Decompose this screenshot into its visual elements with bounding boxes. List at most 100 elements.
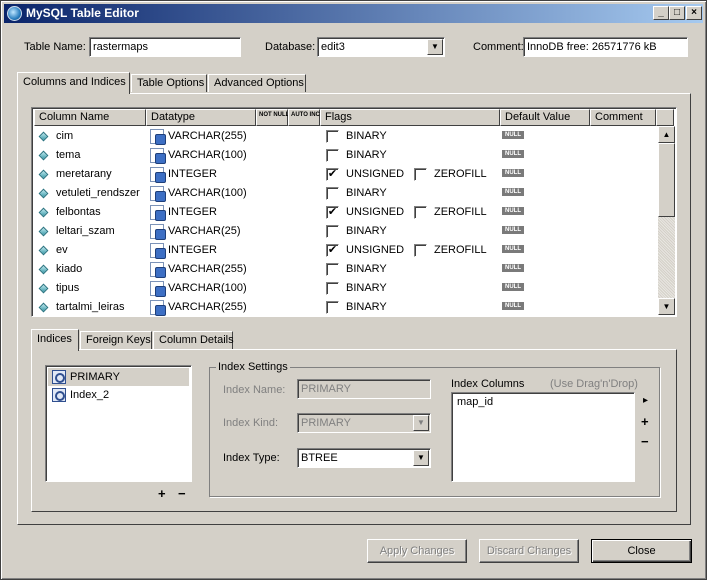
null-badge[interactable]: NULL xyxy=(502,245,524,253)
index-item-index-2[interactable]: Index_2 xyxy=(48,386,189,404)
datatype-cell[interactable]: INTEGER xyxy=(168,241,217,260)
datatype-cell[interactable]: VARCHAR(255) xyxy=(168,260,247,279)
add-index-button[interactable]: + xyxy=(158,487,166,500)
null-badge[interactable]: NULL xyxy=(502,283,524,291)
index-column-item[interactable]: map_id xyxy=(454,393,632,411)
table-row[interactable]: tipus VARCHAR(100) BINARY NULL xyxy=(34,279,656,298)
column-name-cell[interactable]: leltari_szam xyxy=(56,222,115,241)
column-name-cell[interactable]: tipus xyxy=(56,279,79,298)
index-item-primary[interactable]: PRIMARY xyxy=(48,368,189,386)
datatype-cell[interactable]: VARCHAR(255) xyxy=(168,127,247,146)
index-name-input[interactable]: PRIMARY xyxy=(297,379,431,399)
table-row[interactable]: felbontas INTEGER ✔ UNSIGNED ZEROFILL NULL xyxy=(34,203,656,222)
table-row[interactable]: tema VARCHAR(100) BINARY NULL xyxy=(34,146,656,165)
column-name-cell[interactable]: meretarany xyxy=(56,165,112,184)
column-name-cell[interactable]: vetuleti_rendszer xyxy=(56,184,140,203)
flag1-checkbox[interactable] xyxy=(326,130,339,143)
columns-grid[interactable]: Column Name Datatype NOT NULL AUTO INC F… xyxy=(31,107,677,317)
close-window-button[interactable]: × xyxy=(686,6,702,20)
column-name-cell[interactable]: felbontas xyxy=(56,203,101,222)
datatype-cell[interactable]: VARCHAR(100) xyxy=(168,184,247,203)
header-flags[interactable]: Flags xyxy=(320,109,500,126)
discard-changes-button[interactable]: Discard Changes xyxy=(479,539,579,563)
remove-index-column-button[interactable]: − xyxy=(641,435,649,448)
table-name-input[interactable]: rastermaps xyxy=(89,37,241,57)
tab-columns-indices[interactable]: Columns and Indices xyxy=(17,72,130,94)
datatype-cell[interactable]: INTEGER xyxy=(168,165,217,184)
header-not-null[interactable]: NOT NULL xyxy=(256,109,289,126)
comment-input[interactable]: InnoDB free: 26571776 kB xyxy=(523,37,688,57)
header-comment[interactable]: Comment xyxy=(590,109,656,126)
null-badge[interactable]: NULL xyxy=(502,264,524,272)
header-auto-inc[interactable]: AUTO INC xyxy=(288,109,320,126)
flag2-checkbox[interactable] xyxy=(414,168,427,181)
remove-index-button[interactable]: − xyxy=(178,487,186,500)
index-kind-value: PRIMARY xyxy=(301,417,351,429)
minimize-button[interactable]: _ xyxy=(653,6,669,20)
tab-column-details[interactable]: Column Details xyxy=(153,331,234,349)
table-row[interactable]: kiado VARCHAR(255) BINARY NULL xyxy=(34,260,656,279)
tab-foreign-keys[interactable]: Foreign Keys xyxy=(80,331,152,349)
flag1-checkbox[interactable]: ✔ xyxy=(326,206,339,219)
table-row[interactable]: ev INTEGER ✔ UNSIGNED ZEROFILL NULL xyxy=(34,241,656,260)
index-type-select[interactable]: BTREE ▼ xyxy=(297,448,431,468)
tab-indices[interactable]: Indices xyxy=(31,329,79,351)
scroll-up-icon[interactable]: ▲ xyxy=(658,126,675,143)
index-kind-select[interactable]: PRIMARY ▼ xyxy=(297,413,431,433)
add-index-column-button[interactable]: + xyxy=(641,415,649,428)
table-row[interactable]: vetuleti_rendszer VARCHAR(100) BINARY NULL xyxy=(34,184,656,203)
null-badge[interactable]: NULL xyxy=(502,226,524,234)
header-datatype[interactable]: Datatype xyxy=(146,109,256,126)
index-columns-list[interactable]: map_id xyxy=(451,392,635,482)
datatype-cell[interactable]: VARCHAR(25) xyxy=(168,222,241,241)
null-badge[interactable]: NULL xyxy=(502,207,524,215)
column-name-cell[interactable]: tema xyxy=(56,146,80,165)
move-column-arrow-icon[interactable]: ▸ xyxy=(643,394,648,407)
datatype-cell[interactable]: VARCHAR(100) xyxy=(168,279,247,298)
chevron-down-icon[interactable]: ▼ xyxy=(427,39,443,55)
null-badge[interactable]: NULL xyxy=(502,169,524,177)
maximize-button[interactable]: □ xyxy=(669,6,685,20)
flag1-checkbox[interactable]: ✔ xyxy=(326,168,339,181)
flag1-checkbox[interactable] xyxy=(326,149,339,162)
datatype-cell[interactable]: VARCHAR(255) xyxy=(168,298,247,316)
chevron-down-icon[interactable]: ▼ xyxy=(413,415,429,431)
datatype-cell[interactable]: INTEGER xyxy=(168,203,217,222)
header-default-value[interactable]: Default Value xyxy=(500,109,590,126)
flag2-checkbox[interactable] xyxy=(414,206,427,219)
title-bar[interactable]: MySQL Table Editor _ □ × xyxy=(4,4,703,23)
flag1-label: UNSIGNED xyxy=(346,244,405,256)
apply-changes-button[interactable]: Apply Changes xyxy=(367,539,467,563)
chevron-down-icon[interactable]: ▼ xyxy=(413,450,429,466)
tab-table-options[interactable]: Table Options xyxy=(131,74,207,92)
grid-scrollbar[interactable]: ▲ ▼ xyxy=(658,126,675,315)
scroll-down-icon[interactable]: ▼ xyxy=(658,298,675,315)
flag2-checkbox[interactable] xyxy=(414,244,427,257)
null-badge[interactable]: NULL xyxy=(502,188,524,196)
indices-list[interactable]: PRIMARY Index_2 xyxy=(45,365,192,482)
table-row[interactable]: leltari_szam VARCHAR(25) BINARY NULL xyxy=(34,222,656,241)
null-badge[interactable]: NULL xyxy=(502,131,524,139)
scroll-thumb[interactable] xyxy=(658,143,675,217)
flag1-checkbox[interactable] xyxy=(326,187,339,200)
database-select[interactable]: edit3 ▼ xyxy=(317,37,445,57)
flag1-checkbox[interactable]: ✔ xyxy=(326,244,339,257)
tab-advanced-options[interactable]: Advanced Options xyxy=(208,74,306,92)
column-name-cell[interactable]: kiado xyxy=(56,260,82,279)
flag1-checkbox[interactable] xyxy=(326,282,339,295)
flag1-checkbox[interactable] xyxy=(326,225,339,238)
column-name-cell[interactable]: ev xyxy=(56,241,68,260)
null-badge[interactable]: NULL xyxy=(502,302,524,310)
column-name-cell[interactable]: cim xyxy=(56,127,73,146)
column-name-cell[interactable]: tartalmi_leiras xyxy=(56,298,124,316)
datatype-cell[interactable]: VARCHAR(100) xyxy=(168,146,247,165)
flag1-checkbox[interactable] xyxy=(326,263,339,276)
table-row[interactable]: meretarany INTEGER ✔ UNSIGNED ZEROFILL NULL xyxy=(34,165,656,184)
close-button[interactable]: Close xyxy=(591,539,692,563)
index-settings-title: Index Settings xyxy=(216,361,290,373)
null-badge[interactable]: NULL xyxy=(502,150,524,158)
table-row[interactable]: cim VARCHAR(255) BINARY NULL xyxy=(34,127,656,146)
table-row[interactable]: tartalmi_leiras VARCHAR(255) BINARY NULL xyxy=(34,298,656,316)
flag1-checkbox[interactable] xyxy=(326,301,339,314)
header-column-name[interactable]: Column Name xyxy=(34,109,146,126)
